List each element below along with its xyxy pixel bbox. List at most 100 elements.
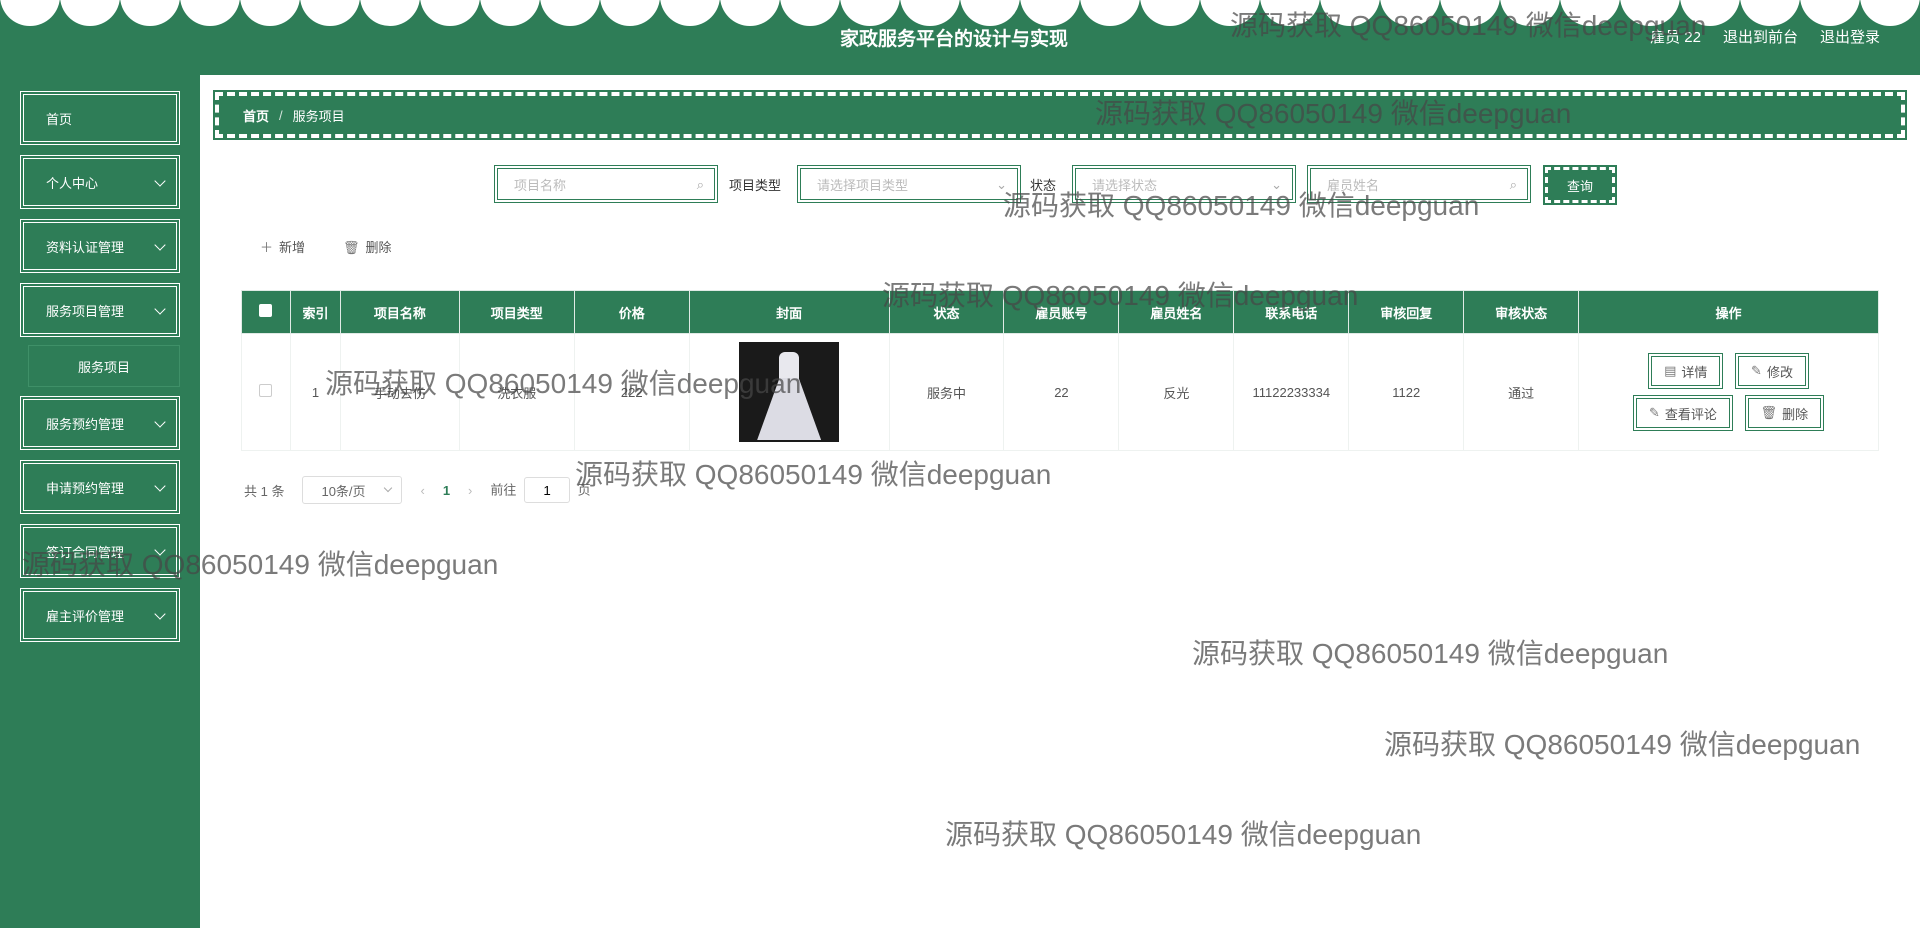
sidebar-item-application-booking-management[interactable]: 申请预约管理 xyxy=(20,460,180,514)
scallop-circle xyxy=(540,0,600,26)
edit-button[interactable]: ✎ 修改 xyxy=(1735,353,1809,389)
table-header-row: 索引 项目名称 项目类型 价格 封面 状态 雇员账号 雇员姓名 联系电话 审核回… xyxy=(241,290,1879,334)
cell-employee-account: 22 xyxy=(1003,333,1120,451)
scallop-circle xyxy=(1260,0,1320,26)
add-button[interactable]: ＋ 新增 xyxy=(260,237,305,256)
sidebar-item-label: 申请预约管理 xyxy=(46,480,125,496)
scallop-circle xyxy=(120,0,180,26)
page-jump-prefix: 前往 xyxy=(490,482,517,498)
scallop-circle xyxy=(240,0,300,26)
select-all-checkbox[interactable] xyxy=(259,304,273,317)
scallop-circle xyxy=(600,0,660,26)
sidebar-item-personal-center[interactable]: 个人中心 xyxy=(20,155,180,209)
sidebar-item-label: 签订合同管理 xyxy=(46,544,125,560)
project-type-label: 项目类型 xyxy=(729,178,782,193)
chevron-down-icon xyxy=(154,480,166,492)
cell-project-type: 洗衣服 xyxy=(458,333,575,451)
chevron-down-icon: ⌄ xyxy=(1271,177,1282,192)
back-to-front-link[interactable]: 退出到前台 xyxy=(1723,26,1798,47)
sidebar-item-label: 个人中心 xyxy=(46,175,99,191)
search-icon: ⌕ xyxy=(696,177,704,192)
scallop-circle xyxy=(1380,0,1440,26)
page-jump-input[interactable] xyxy=(524,477,571,503)
breadcrumb: 首页 / 服务项目 xyxy=(213,90,1907,140)
logout-link[interactable]: 退出登录 xyxy=(1820,26,1880,47)
chevron-down-icon xyxy=(384,483,393,493)
sidebar-item-label: 服务预约管理 xyxy=(46,416,125,432)
sidebar-item-credential-management[interactable]: 资料认证管理 xyxy=(20,219,180,273)
cover-image-wedding-dress[interactable] xyxy=(739,342,840,442)
scallop-circle xyxy=(900,0,960,26)
sidebar-item-label: 雇主评价管理 xyxy=(46,608,125,624)
select-all-cell xyxy=(241,290,291,334)
pagination: 共 1 条 10条/页 ‹ 1 › 前往 页 xyxy=(244,476,591,504)
site-title: 家政服务平台的设计与实现 xyxy=(840,29,1069,50)
row-select-cell xyxy=(241,333,291,451)
trash-icon: 🗑 xyxy=(343,240,360,255)
column-header: 索引 xyxy=(289,290,341,334)
scallop-circle xyxy=(1080,0,1140,26)
cell-employee-name: 反光 xyxy=(1118,333,1235,451)
cell-cover xyxy=(688,333,890,451)
view-comments-button[interactable]: ✎ 查看评论 xyxy=(1633,395,1733,431)
search-bar: 项目名称 ⌕ 项目类型 请选择项目类型 ⌄ 状态 请选择状态 ⌄ 雇员姓名 ⌕ … xyxy=(200,165,1920,205)
sidebar-item-employer-review-management[interactable]: 雇主评价管理 xyxy=(20,588,180,642)
cell-price: 222 xyxy=(573,333,690,451)
page-jump: 前往 页 xyxy=(490,477,591,503)
cell-operations: ▤ 详情 ✎ 修改 ✎ 查看评论 🗑 删除 xyxy=(1578,333,1879,451)
chevron-down-icon xyxy=(154,544,166,556)
scallop-circle xyxy=(360,0,420,26)
sidebar-subitem-service-project[interactable]: 服务项目 xyxy=(28,345,180,387)
scallop-circle xyxy=(1320,0,1380,26)
next-page-icon[interactable]: › xyxy=(468,483,472,498)
employee-name-input[interactable]: 雇员姓名 ⌕ xyxy=(1307,165,1531,203)
prev-page-icon[interactable]: ‹ xyxy=(420,483,424,498)
project-type-select[interactable]: 请选择项目类型 ⌄ xyxy=(797,165,1021,203)
sidebar-item-home[interactable]: 首页 xyxy=(20,91,180,145)
breadcrumb-separator: / xyxy=(279,107,283,123)
cell-audit-reply: 1122 xyxy=(1348,333,1465,451)
cell-index: 1 xyxy=(289,333,341,451)
page-number-current[interactable]: 1 xyxy=(443,483,450,498)
breadcrumb-home[interactable]: 首页 xyxy=(243,106,269,125)
sidebar-item-service-project-management[interactable]: 服务项目管理 xyxy=(20,283,180,337)
toolbar: ＋ 新增 🗑 删除 xyxy=(260,237,392,256)
column-header: 审核回复 xyxy=(1348,290,1465,334)
row-checkbox[interactable] xyxy=(259,384,273,397)
scallop-circle xyxy=(1200,0,1260,26)
scallop-circle xyxy=(840,0,900,26)
cell-project-name: 手动去伤 xyxy=(339,333,460,451)
page-size-select[interactable]: 10条/页 xyxy=(302,476,403,504)
chevron-down-icon: ⌄ xyxy=(996,177,1007,192)
chevron-down-icon xyxy=(154,608,166,620)
chevron-down-icon xyxy=(154,175,166,187)
scallop-circle xyxy=(1440,0,1500,26)
column-header: 状态 xyxy=(888,290,1005,334)
column-header: 联系电话 xyxy=(1233,290,1350,334)
scallop-circle xyxy=(60,0,120,26)
scallop-circle xyxy=(1860,0,1920,26)
status-select[interactable]: 请选择状态 ⌄ xyxy=(1072,165,1296,203)
batch-delete-button[interactable]: 🗑 删除 xyxy=(343,237,392,256)
page-jump-suffix: 页 xyxy=(577,482,591,498)
scallop-circle xyxy=(420,0,480,26)
main-content: 首页 / 服务项目 项目名称 ⌕ 项目类型 请选择项目类型 ⌄ 状态 请选择状态… xyxy=(200,75,1920,928)
sidebar-item-service-booking-management[interactable]: 服务预约管理 xyxy=(20,396,180,450)
plus-icon: ＋ xyxy=(260,240,274,255)
top-header: 家政服务平台的设计与实现 雇员 22 退出到前台 退出登录 xyxy=(0,0,1920,75)
header-scallop-decoration xyxy=(0,0,1920,26)
column-header: 雇员姓名 xyxy=(1118,290,1235,334)
query-button[interactable]: 查询 xyxy=(1543,165,1617,205)
delete-button-label: 删除 xyxy=(365,240,392,255)
edit-button-label: 修改 xyxy=(1766,364,1793,380)
sidebar-item-contract-management[interactable]: 签订合同管理 xyxy=(20,524,180,578)
project-name-input[interactable]: 项目名称 ⌕ xyxy=(494,165,718,203)
employee-name-placeholder: 雇员姓名 xyxy=(1327,177,1380,193)
row-delete-button[interactable]: 🗑 删除 xyxy=(1744,395,1825,431)
scallop-circle xyxy=(1740,0,1800,26)
detail-button[interactable]: ▤ 详情 xyxy=(1648,353,1724,389)
user-area: 雇员 22 退出到前台 退出登录 xyxy=(1650,26,1880,47)
breadcrumb-current: 服务项目 xyxy=(292,108,345,124)
scallop-circle xyxy=(960,0,1020,26)
chevron-down-icon xyxy=(154,416,166,428)
